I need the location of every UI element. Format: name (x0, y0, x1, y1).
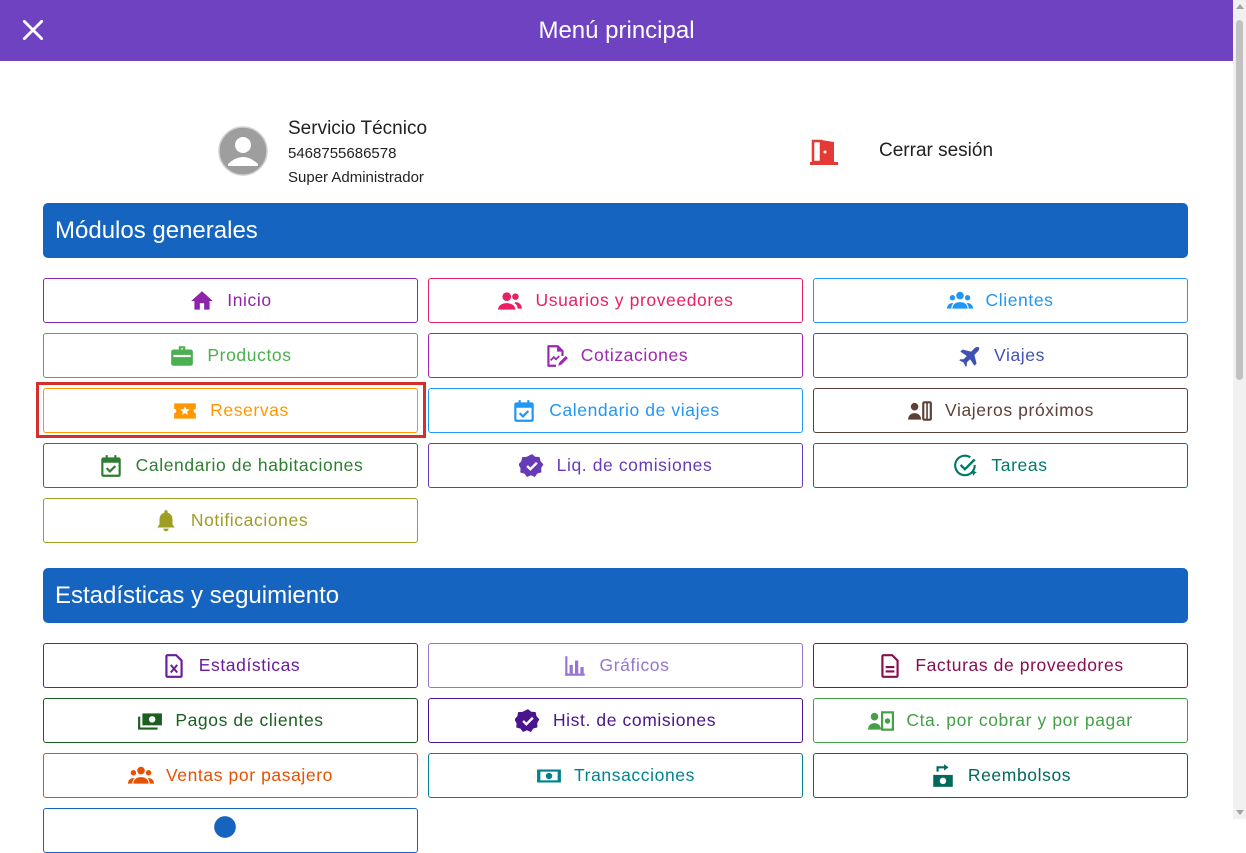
verified-icon (518, 453, 543, 477)
page-title: Menú principal (538, 17, 695, 44)
menu-button-label: Productos (207, 345, 292, 365)
menu-button-label: Ventas por pasajero (165, 765, 334, 785)
menu-button-label: Reservas (210, 400, 289, 420)
menu-button-label: Estadísticas (198, 655, 301, 675)
spreadsheet-icon (165, 653, 183, 678)
menu-button-label: Liq. de comisiones (556, 455, 713, 475)
menu-button-transacciones[interactable]: Transacciones (428, 753, 803, 798)
menu-button-label: Reembolsos (967, 765, 1072, 785)
circle-icon (213, 815, 236, 838)
bell-icon (157, 509, 175, 531)
menu-button-viajes[interactable]: Viajes (813, 333, 1188, 378)
refund-icon (933, 763, 953, 787)
calendar-check-icon (100, 454, 121, 477)
menu-button-reservas[interactable]: Reservas (43, 388, 418, 433)
user-role: Super Administrador (288, 169, 424, 186)
menu-button-label: Hist. de comisiones (552, 710, 717, 730)
user-name: Servicio Técnico (288, 118, 428, 139)
section-header-general: Módulos generales (43, 203, 1188, 258)
airplane-icon (959, 346, 980, 367)
scroll-down-arrow-icon[interactable] (1236, 810, 1244, 815)
invoice-icon (881, 653, 899, 678)
menu-button-partial[interactable] (43, 808, 418, 853)
menu-button-label: Cotizaciones (580, 345, 689, 365)
menu-button-label: Calendario de viajes (549, 400, 720, 420)
menu-button-cotizaciones[interactable]: Cotizaciones (428, 333, 803, 378)
menu-button-label: Facturas de proveedores (915, 655, 1124, 675)
account-cash-icon (868, 710, 895, 731)
bar-chart-icon (564, 655, 585, 676)
scrollbar-thumb[interactable] (1236, 20, 1243, 380)
menu-button-clientes[interactable]: Clientes (813, 278, 1188, 323)
cash-icon (138, 712, 163, 730)
menu-button-graficos[interactable]: Gráficos (428, 643, 803, 688)
money-icon (537, 769, 561, 782)
menu-button-label: Notificaciones (190, 510, 309, 530)
menu-button-ventas-pasajero[interactable]: Ventas por pasajero (43, 753, 418, 798)
menu-button-label: Viajeros próximos (945, 400, 1094, 420)
section-header-stats: Estadísticas y seguimiento (43, 568, 1188, 623)
menu-button-label: Inicio (227, 290, 272, 310)
menu-button-estadisticas[interactable]: Estadísticas (43, 643, 418, 688)
menu-button-label: Gráficos (599, 655, 670, 675)
document-edit-icon (547, 344, 568, 367)
logout-label: Cerrar sesión (879, 140, 994, 161)
exit-door-icon (810, 139, 838, 165)
menu-button-label: Pagos de clientes (175, 710, 324, 730)
user-phone: 5468755686578 (288, 145, 397, 162)
menu-button-inicio[interactable]: Inicio (43, 278, 418, 323)
travelers-icon (908, 400, 932, 421)
menu-button-cta-cobrar-pagar[interactable]: Cta. por cobrar y por pagar (813, 698, 1188, 743)
menu-button-notificaciones[interactable]: Notificaciones (43, 498, 418, 543)
top-app-bar: Menú principal (0, 0, 1233, 61)
group-icon (127, 766, 154, 784)
avatar (218, 126, 268, 176)
menu-button-pagos-clientes[interactable]: Pagos de clientes (43, 698, 418, 743)
menu-button-liq-comisiones[interactable]: Liq. de comisiones (428, 443, 803, 488)
home-icon (191, 290, 214, 310)
menu-button-label: Cta. por cobrar y por pagar (906, 710, 1133, 730)
group-icon (947, 291, 974, 309)
menu-button-label: Clientes (985, 290, 1054, 310)
menu-button-viajeros-proximos[interactable]: Viajeros próximos (813, 388, 1188, 433)
calendar-check-icon (514, 399, 534, 422)
scroll-up-arrow-icon[interactable] (1236, 4, 1244, 9)
menu-button-calendario-viajes[interactable]: Calendario de viajes (428, 388, 803, 433)
ticket-star-icon (174, 402, 196, 419)
menu-button-usuarios[interactable]: Usuarios y proveedores (428, 278, 803, 323)
menu-button-facturas[interactable]: Facturas de proveedores (813, 643, 1188, 688)
menu-button-productos[interactable]: Productos (43, 333, 418, 378)
menu-button-hist-comisiones[interactable]: Hist. de comisiones (428, 698, 803, 743)
menu-button-reembolsos[interactable]: Reembolsos (813, 753, 1188, 798)
users-icon (498, 291, 523, 310)
briefcase-icon (171, 345, 194, 366)
menu-button-label: Tareas (991, 455, 1048, 475)
menu-button-calendario-habitaciones[interactable]: Calendario de habitaciones (43, 443, 418, 488)
menu-button-label: Viajes (994, 345, 1045, 365)
scrollbar[interactable] (1233, 0, 1246, 819)
task-check-icon (954, 454, 978, 476)
menu-button-tareas[interactable]: Tareas (813, 443, 1188, 488)
menu-button-label: Transacciones (574, 765, 695, 785)
menu-button-label: Usuarios y proveedores (535, 290, 734, 310)
verified-icon (514, 708, 540, 732)
menu-button-label: Calendario de habitaciones (135, 455, 364, 475)
